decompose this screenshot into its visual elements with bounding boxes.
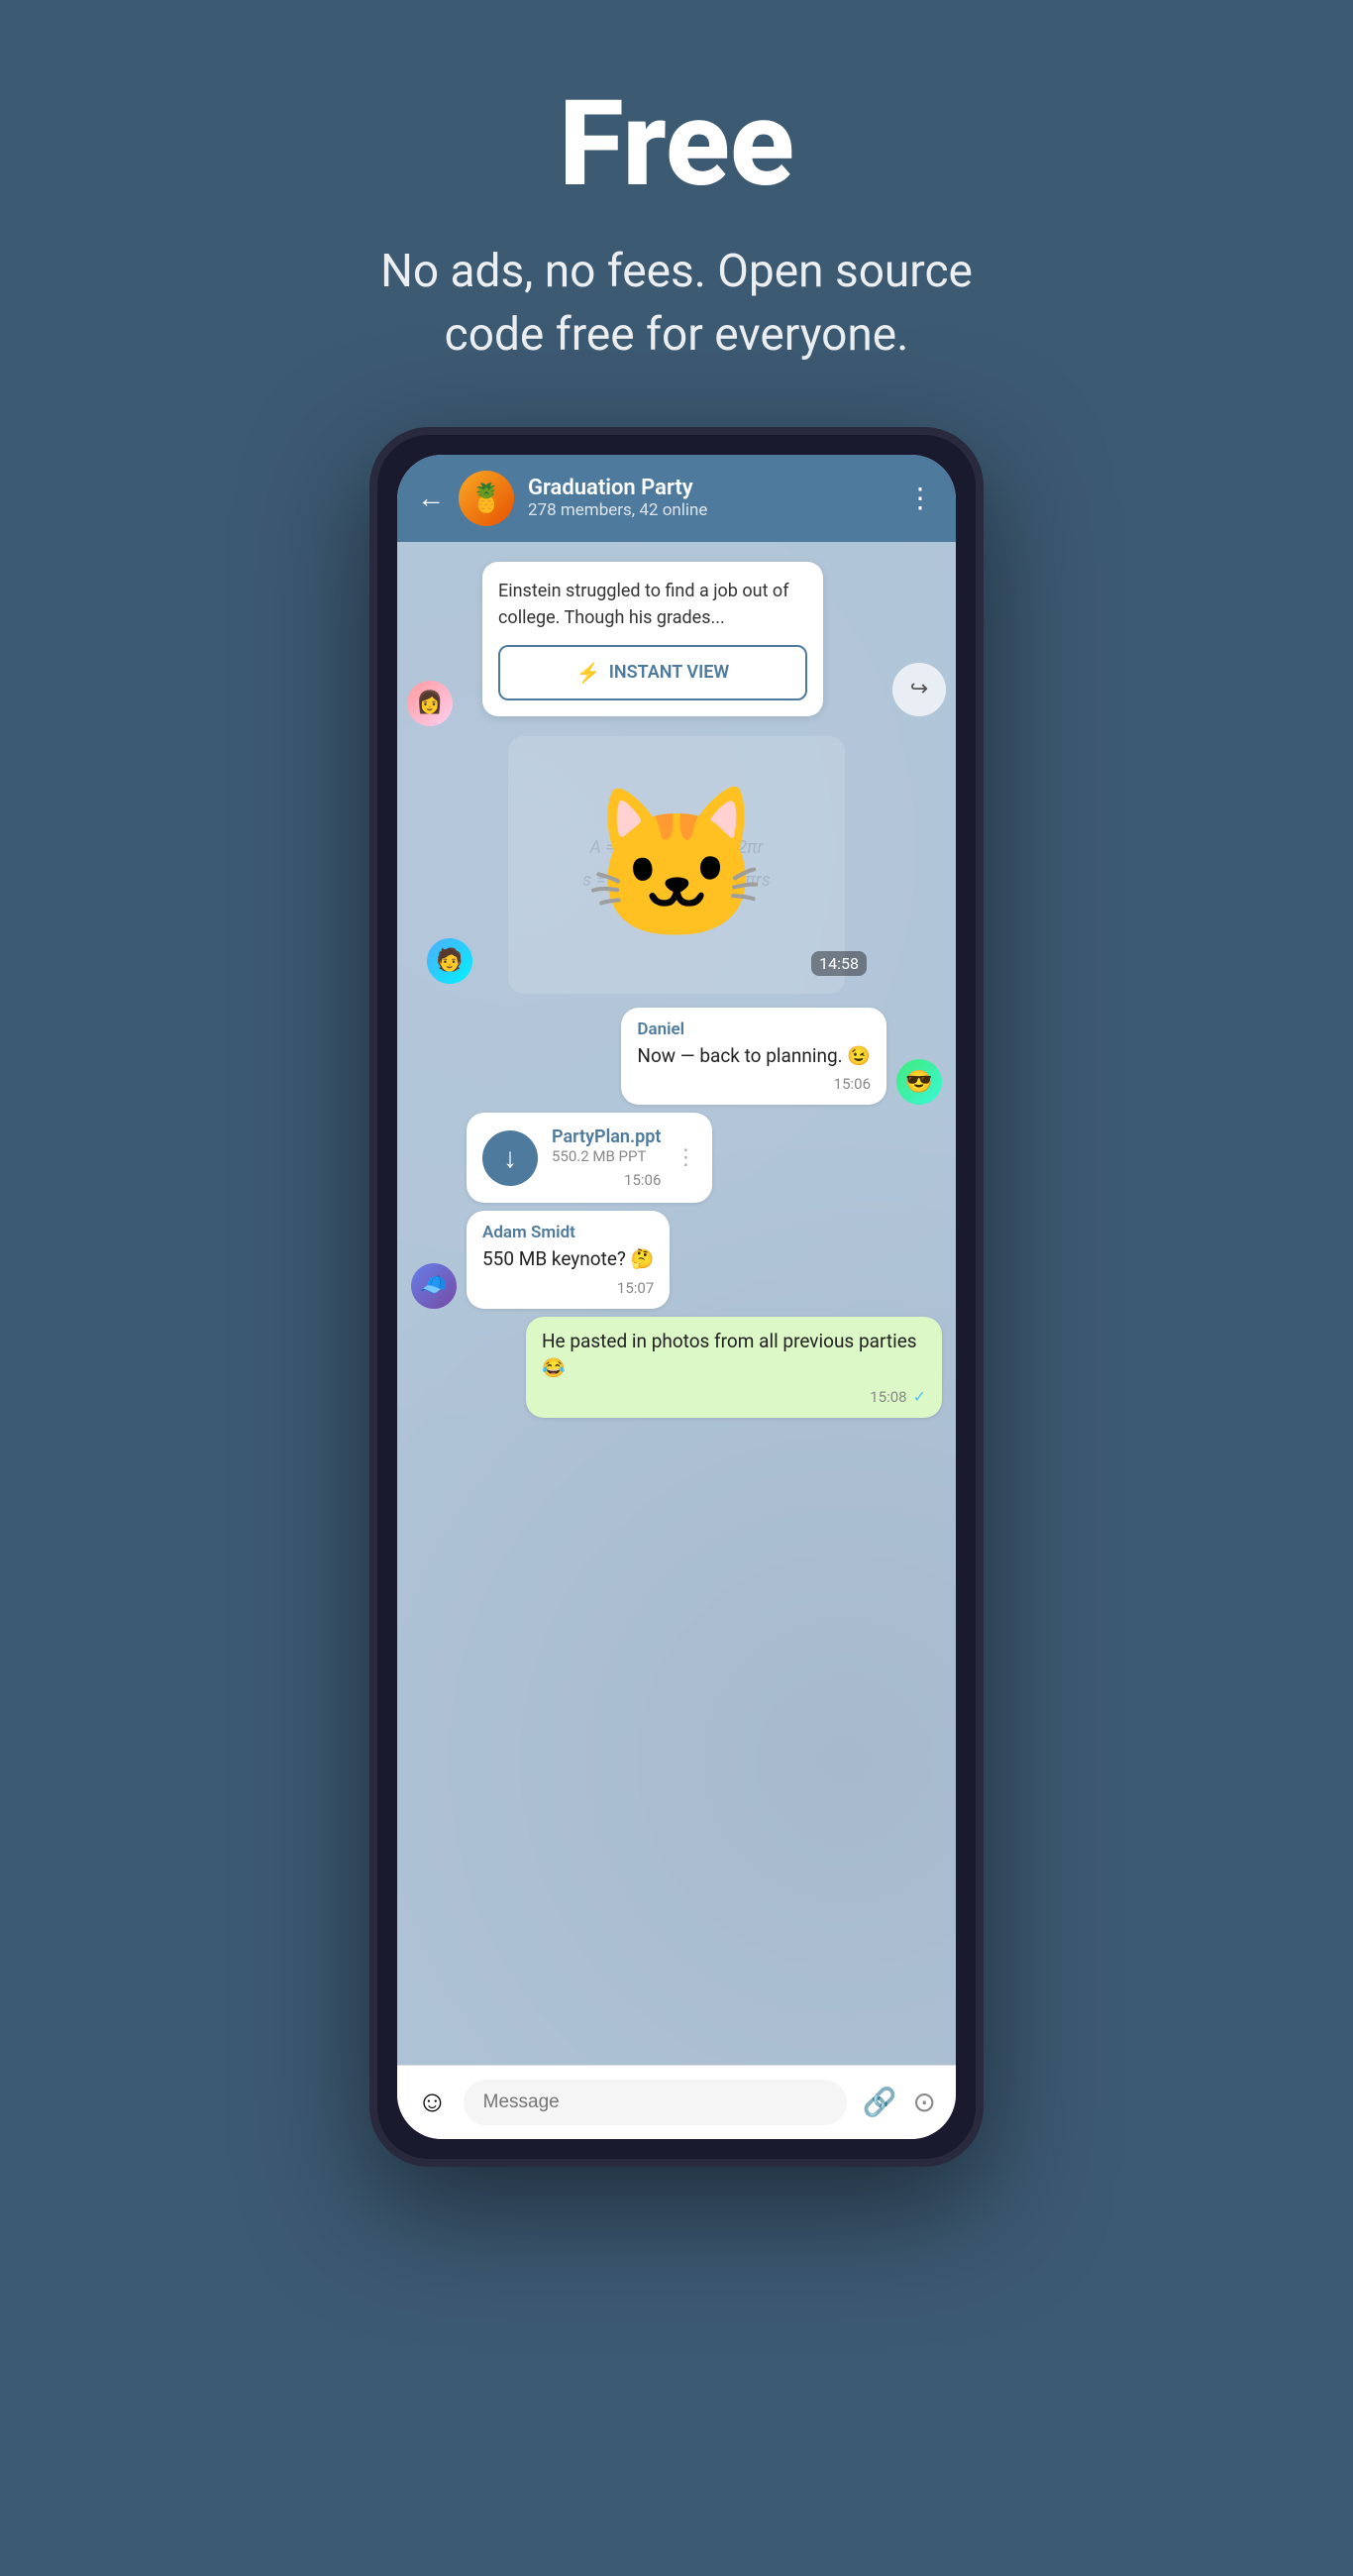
instant-view-button[interactable]: ⚡ INSTANT VIEW (498, 645, 807, 700)
file-bubble: ↓ PartyPlan.ppt 550.2 MB PPT 15:06 ⋮ (467, 1113, 712, 1203)
file-size: 550.2 MB PPT (552, 1147, 661, 1165)
share-icon: ↪ (910, 677, 928, 701)
message-bubble: Daniel Now — back to planning. 😉 15:06 (621, 1008, 886, 1106)
file-time: 15:06 (624, 1171, 661, 1189)
file-message-row: ↓ PartyPlan.ppt 550.2 MB PPT 15:06 ⋮ (397, 1109, 956, 1207)
file-download-button[interactable]: ↓ (482, 1130, 538, 1186)
daniel-avatar: 😎 (896, 1059, 942, 1105)
article-card: Einstein struggled to find a job out of … (482, 562, 823, 716)
adam-message-row: 🧢 Adam Smidt 550 MB keynote? 🤔 15:07 (397, 1207, 956, 1313)
phone-shell: ← 🍍 Graduation Party 278 members, 42 onl… (369, 427, 984, 2167)
instant-view-icon: ⚡ (576, 661, 601, 685)
sticker-area: A = πr² V = l³ P = 2πr s = √(r²+h²) A = … (397, 726, 956, 1004)
download-icon: ↓ (503, 1141, 517, 1174)
file-meta: 15:06 (552, 1171, 661, 1189)
chat-header: ← 🍍 Graduation Party 278 members, 42 onl… (397, 455, 956, 542)
article-row: 👩 Einstein struggled to find a job out o… (397, 552, 956, 726)
group-avatar: 🍍 (459, 471, 514, 526)
file-menu-button[interactable]: ⋮ (675, 1145, 696, 1170)
article-preview-text: Einstein struggled to find a job out of … (498, 578, 807, 631)
group-info: Graduation Party 278 members, 42 online (528, 476, 892, 520)
share-button[interactable]: ↪ (892, 663, 946, 716)
camera-button[interactable]: ⊙ (913, 2086, 936, 2118)
adam-message-text: 550 MB keynote? 🤔 (482, 1246, 654, 1273)
emoji-button[interactable]: ☺ (417, 2085, 448, 2119)
hero-subtitle: No ads, no fees. Open source code free f… (330, 240, 1023, 368)
sent-message-time: 15:08 (870, 1388, 906, 1406)
attachment-button[interactable]: 🔗 (863, 2086, 897, 2118)
input-bar: ☺ 🔗 ⊙ (397, 2065, 956, 2139)
sticker-sender-avatar: 🧑 (427, 938, 472, 984)
sent-message-row: He pasted in photos from all previous pa… (397, 1313, 956, 1422)
sent-message-text: He pasted in photos from all previous pa… (542, 1329, 926, 1381)
cat-sticker: 🐱 (584, 778, 770, 952)
adam-message-meta: 15:07 (482, 1279, 654, 1297)
phone-inner: ← 🍍 Graduation Party 278 members, 42 onl… (397, 455, 956, 2139)
chat-body: 👩 Einstein struggled to find a job out o… (397, 542, 956, 2065)
message-time: 15:06 (834, 1075, 871, 1093)
message-meta: 15:06 (637, 1075, 871, 1093)
message-row: 😎 Daniel Now — back to planning. 😉 15:06 (397, 1004, 956, 1110)
group-name: Graduation Party (528, 476, 892, 500)
adam-message-bubble: Adam Smidt 550 MB keynote? 🤔 15:07 (467, 1211, 670, 1309)
hero-section: Free No ads, no fees. Open source code f… (290, 0, 1063, 427)
group-members: 278 members, 42 online (528, 500, 892, 520)
header-menu-button[interactable]: ⋮ (906, 482, 936, 514)
file-info: PartyPlan.ppt 550.2 MB PPT 15:06 (552, 1127, 661, 1189)
adam-avatar: 🧢 (411, 1263, 457, 1309)
article-sender-avatar: 👩 (407, 681, 453, 726)
file-name: PartyPlan.ppt (552, 1127, 661, 1147)
sticker-time: 14:58 (811, 951, 867, 976)
group-avatar-emoji: 🍍 (469, 482, 504, 514)
message-sender: Daniel (637, 1020, 871, 1039)
back-button[interactable]: ← (417, 482, 445, 514)
message-checkmark: ✓ (913, 1387, 926, 1406)
message-text: Now — back to planning. 😉 (637, 1043, 871, 1070)
adam-message-time: 15:07 (617, 1279, 654, 1297)
instant-view-label: INSTANT VIEW (609, 662, 730, 683)
sent-message-meta: 15:08 ✓ (542, 1387, 926, 1406)
adam-sender-name: Adam Smidt (482, 1223, 654, 1242)
message-input[interactable] (464, 2080, 847, 2125)
hero-title: Free (330, 79, 1023, 210)
sent-message-bubble: He pasted in photos from all previous pa… (526, 1317, 942, 1418)
